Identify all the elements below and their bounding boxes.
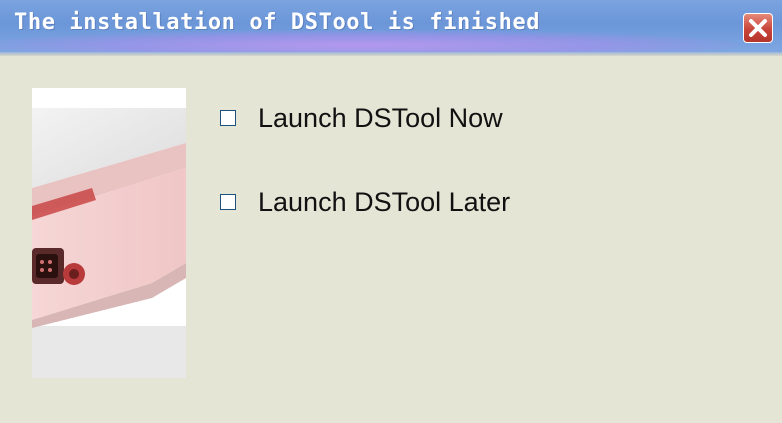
launch-later-checkbox[interactable] [220, 194, 236, 210]
launch-now-option[interactable]: Launch DSTool Now [220, 103, 503, 133]
window-title: The installation of DSTool is finished [14, 10, 541, 35]
launch-now-label: Launch DSTool Now [258, 102, 503, 133]
title-bar-edge [0, 52, 782, 56]
close-button[interactable] [743, 13, 773, 43]
device-image [32, 88, 186, 378]
launch-later-label: Launch DSTool Later [258, 186, 511, 217]
title-bar[interactable]: The installation of DSTool is finished [0, 0, 782, 52]
installer-window: The installation of DSTool is finished L… [0, 0, 782, 423]
launch-later-option[interactable]: Launch DSTool Later [220, 187, 510, 217]
device-photo [32, 88, 186, 378]
close-icon [749, 19, 767, 37]
launch-now-checkbox[interactable] [220, 110, 236, 126]
